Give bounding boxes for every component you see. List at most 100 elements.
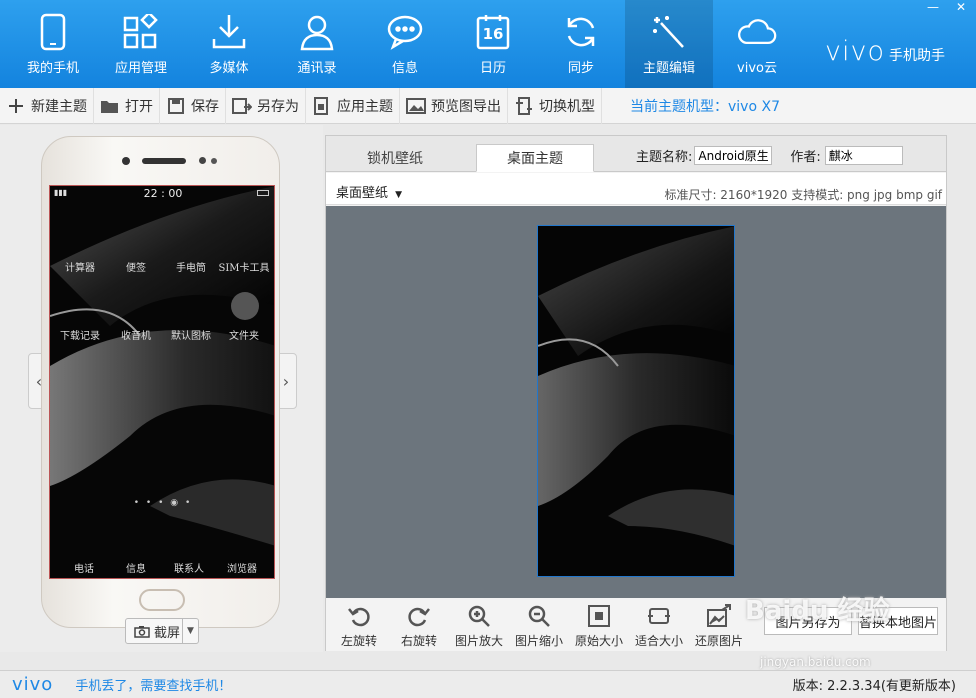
status-bar: vivo 手机丢了，需要查找手机！ 版本: 2.2.3.34(有更新版本) bbox=[0, 670, 976, 698]
screenshot-label: 截屏 bbox=[154, 625, 181, 641]
app-icon-label[interactable]: 默认图标 bbox=[163, 327, 219, 342]
battery-icon bbox=[257, 190, 269, 196]
nav-label: 日历 bbox=[479, 61, 506, 76]
chevron-right-icon: › bbox=[282, 371, 290, 391]
plus-icon bbox=[6, 96, 26, 116]
wallpaper-preview-image bbox=[538, 226, 734, 576]
zoom-out-icon bbox=[526, 603, 552, 629]
contact-person-icon bbox=[297, 12, 337, 52]
phone-preview-pane: ‹ › ▮▮▮ 22 : 00 计算器 便签 手电筒 SIM卡工具 下载记录 收… bbox=[0, 125, 323, 652]
apply-theme-button[interactable]: 应用主题 bbox=[306, 87, 400, 124]
tool-label: 适合大小 bbox=[634, 634, 683, 648]
tab-lock-wallpaper[interactable]: 锁机壁纸 bbox=[336, 144, 454, 172]
app-icon-label[interactable]: 下载记录 bbox=[52, 327, 108, 342]
export-preview-button[interactable]: 预览图导出 bbox=[400, 87, 508, 124]
apps-grid-icon bbox=[121, 12, 161, 52]
baidu-watermark-url: jingyan.baidu.com bbox=[760, 655, 871, 669]
phone-mockup: ▮▮▮ 22 : 00 计算器 便签 手电筒 SIM卡工具 下载记录 收音机 默… bbox=[41, 136, 280, 628]
wallpaper-subbar: 桌面壁纸 ▼ 标准尺寸: 2160*1920 支持模式: png jpg bmp… bbox=[326, 173, 946, 205]
switch-device-icon bbox=[514, 96, 534, 116]
app-icon-label[interactable]: 手电筒 bbox=[163, 259, 219, 274]
nav-label: 应用管理 bbox=[114, 61, 167, 76]
dock-label[interactable]: 联系人 bbox=[161, 560, 217, 575]
fit-size-button[interactable]: 适合大小 bbox=[631, 603, 687, 649]
open-button[interactable]: 打开 bbox=[94, 87, 160, 124]
version-text: 版本: 2.2.3.34(有更新版本) bbox=[792, 679, 956, 694]
app-icon-label[interactable]: SIM卡工具 bbox=[216, 259, 272, 274]
minimize-button[interactable]: — bbox=[924, 0, 942, 14]
switch-model-button[interactable]: 切换机型 bbox=[508, 87, 602, 124]
nav-label: 主题编辑 bbox=[642, 61, 695, 76]
find-phone-link[interactable]: 手机丢了，需要查找手机！ bbox=[75, 675, 231, 694]
dock-label[interactable]: 浏览器 bbox=[214, 560, 270, 575]
folder-icon bbox=[100, 96, 120, 116]
app-icon-label[interactable]: 收音机 bbox=[108, 327, 164, 342]
app-icon-label[interactable]: 计算器 bbox=[52, 259, 108, 274]
dock-label[interactable]: 电话 bbox=[56, 560, 112, 575]
tool-label: 原始大小 bbox=[574, 634, 623, 648]
baidu-watermark: Baidu 经验 bbox=[745, 596, 890, 626]
rotate-left-icon bbox=[346, 603, 372, 629]
restore-image-button[interactable]: 还原图片 bbox=[691, 603, 747, 649]
nav-my-phone[interactable]: 我的手机 bbox=[9, 0, 97, 88]
toolbar-label: 应用主题 bbox=[337, 98, 393, 115]
zoom-in-button[interactable]: 图片放大 bbox=[451, 603, 507, 649]
app-icon-label[interactable]: 文件夹 bbox=[216, 327, 272, 342]
rotate-right-icon bbox=[406, 603, 432, 629]
nav-multimedia[interactable]: 多媒体 bbox=[185, 0, 273, 88]
nav-messages[interactable]: 信息 bbox=[361, 0, 449, 88]
nav-app-management[interactable]: 应用管理 bbox=[97, 0, 185, 88]
zoom-out-button[interactable]: 图片缩小 bbox=[511, 603, 567, 649]
zoom-in-icon bbox=[466, 603, 492, 629]
nav-label: 信息 bbox=[391, 61, 418, 76]
sync-icon bbox=[561, 12, 601, 52]
close-button[interactable]: ✕ bbox=[952, 0, 970, 14]
dock-label[interactable]: 信息 bbox=[108, 560, 164, 575]
home-button[interactable] bbox=[139, 589, 185, 611]
app-icon-label[interactable]: 便签 bbox=[108, 259, 164, 274]
theme-meta: 主题名称: 作者: bbox=[636, 146, 903, 165]
save-as-button[interactable]: 另存为 bbox=[226, 87, 306, 124]
camera-icon bbox=[134, 625, 150, 638]
toolbar-label: 新建主题 bbox=[31, 98, 87, 115]
status-time: 22 : 00 bbox=[143, 187, 183, 200]
apply-theme-icon bbox=[312, 96, 332, 116]
rotate-right-button[interactable]: 右旋转 bbox=[391, 603, 447, 649]
current-theme-model: 当前主题机型：vivo X7 bbox=[630, 98, 780, 115]
nav-label: 同步 bbox=[567, 61, 594, 76]
tool-label: 图片放大 bbox=[454, 634, 503, 648]
image-spec-text: 标准尺寸: 2160*1920 支持模式: png jpg bmp gif bbox=[664, 188, 942, 202]
nav-theme-editor[interactable]: 主题编辑 bbox=[625, 0, 713, 88]
earpiece bbox=[142, 158, 186, 164]
wallpaper-dropdown[interactable]: 桌面壁纸 ▼ bbox=[336, 182, 402, 201]
tab-desktop-theme[interactable]: 桌面主题 bbox=[476, 144, 594, 172]
theme-name-input[interactable] bbox=[694, 146, 773, 165]
tool-label: 图片缩小 bbox=[514, 634, 563, 648]
tool-label: 还原图片 bbox=[694, 634, 743, 648]
chevron-down-icon[interactable]: ▼ bbox=[182, 619, 198, 643]
author-label: 作者: bbox=[790, 150, 821, 165]
restore-image-icon bbox=[706, 603, 732, 629]
brand-logo: vivo 手机助手 bbox=[825, 36, 945, 67]
nav-calendar[interactable]: 16 日历 bbox=[449, 0, 537, 88]
nav-contacts[interactable]: 通讯录 bbox=[273, 0, 361, 88]
author-input[interactable] bbox=[824, 146, 903, 165]
nav-label: 我的手机 bbox=[26, 61, 79, 76]
top-nav-bar: — ✕ 我的手机 应用管理 多媒体 通讯录 信息 16 日历 同步 主题编辑 v… bbox=[0, 0, 976, 88]
original-size-button[interactable]: 原始大小 bbox=[571, 603, 627, 649]
new-theme-button[interactable]: 新建主题 bbox=[0, 87, 94, 124]
save-icon bbox=[166, 96, 186, 116]
brand-app-name: 手机助手 bbox=[888, 48, 945, 64]
nav-sync[interactable]: 同步 bbox=[537, 0, 625, 88]
image-canvas[interactable] bbox=[326, 206, 946, 598]
save-button[interactable]: 保存 bbox=[160, 87, 226, 124]
tool-label: 右旋转 bbox=[400, 634, 437, 648]
nav-vivo-cloud[interactable]: vivo云 bbox=[713, 0, 801, 88]
wallpaper-preview[interactable] bbox=[537, 225, 735, 577]
download-icon bbox=[209, 12, 249, 52]
screenshot-button[interactable]: 截屏 ▼ bbox=[125, 618, 199, 644]
phone-screen: ▮▮▮ 22 : 00 计算器 便签 手电筒 SIM卡工具 下载记录 收音机 默… bbox=[49, 185, 275, 579]
fit-size-icon bbox=[646, 603, 672, 629]
rotate-left-button[interactable]: 左旋转 bbox=[331, 603, 387, 649]
save-as-icon bbox=[232, 96, 252, 116]
